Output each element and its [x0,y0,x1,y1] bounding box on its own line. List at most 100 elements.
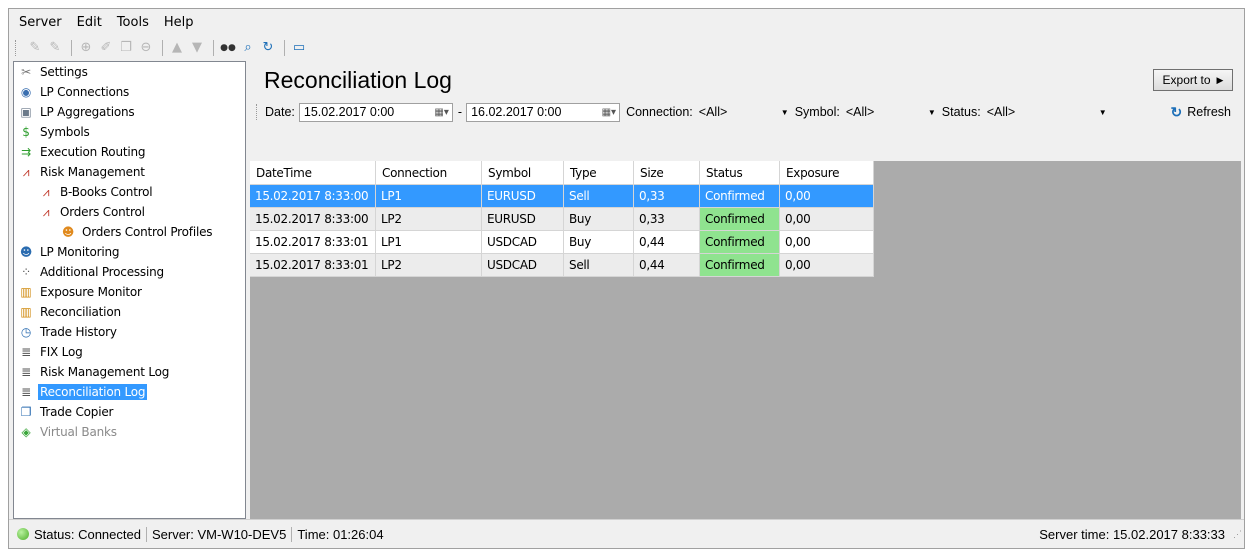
table-cell-connection[interactable]: LP2 [375,253,482,277]
sidebar-item-trade-copier[interactable]: ❐ Trade Copier [14,402,245,422]
sidebar-item-trade-history[interactable]: ◷ Trade History [14,322,245,342]
table-cell-exposure[interactable]: 0,00 [779,253,874,277]
menu-bar: Server Edit Tools Help [9,9,1244,35]
table-cell-type[interactable]: Sell [563,184,634,208]
sidebar-item-lp-monitoring[interactable]: ☻ LP Monitoring [14,242,245,262]
sidebar-item-orders-control[interactable]: ⩘ Orders Control [14,202,245,222]
sidebar-item-settings[interactable]: ✂ Settings [14,62,245,82]
search-icon[interactable]: ⌕ [239,39,257,57]
menu-help[interactable]: Help [164,15,194,30]
connect-icon[interactable]: ✎ [26,39,44,57]
calendar-icon[interactable]: ▦▾ [434,107,451,118]
table-row[interactable]: 15.02.2017 8:33:00 LP2 EURUSD Buy 0,33 Confir… [250,207,874,231]
refresh-icon[interactable]: ↻ [259,39,277,57]
filter-grip[interactable] [256,104,260,120]
table-cell-exposure[interactable]: 0,00 [779,184,874,208]
sidebar-item-lp-aggregations[interactable]: ▣ LP Aggregations [14,102,245,122]
table-row[interactable]: 15.02.2017 8:33:01 LP2 USDCAD Sell 0,44 Confi… [250,253,874,277]
sidebar-item-orders-control-profiles[interactable]: ☻ Orders Control Profiles [14,222,245,242]
table-cell-type[interactable]: Sell [563,253,634,277]
sidebar-item-label: FIX Log [40,345,83,359]
symbol-select[interactable]: <All> ▼ [846,103,936,122]
column-header-symbol[interactable]: Symbol [481,161,564,185]
column-header-datetime[interactable]: DateTime [250,161,376,185]
reconciliation-grid[interactable]: DateTime Connection Symbol Type Size Sta… [250,161,1241,519]
menu-tools[interactable]: Tools [117,15,149,30]
menu-edit[interactable]: Edit [77,15,102,30]
move-down-icon[interactable]: ▼ [188,39,206,57]
table-cell-size[interactable]: 0,33 [633,207,700,231]
resize-grip-icon[interactable]: ⋰ [1233,529,1242,540]
chart-icon: ⩘ [42,184,50,199]
move-up-icon[interactable]: ▲ [168,39,186,57]
sidebar-item-exposure-monitor[interactable]: ▥ Exposure Monitor [14,282,245,302]
table-cell-datetime[interactable]: 15.02.2017 8:33:00 [250,184,376,208]
table-cell-status[interactable]: Confirmed [699,207,780,231]
sidebar-item-symbols[interactable]: $ Symbols [14,122,245,142]
table-cell-symbol[interactable]: EURUSD [481,207,564,231]
disconnect-icon[interactable]: ✎ [46,39,64,57]
table-cell-status[interactable]: Confirmed [699,253,780,277]
table-cell-status[interactable]: Confirmed [699,230,780,254]
date-from-picker[interactable]: 15.02.2017 0:00 ▦▾ [298,102,453,122]
sidebar-item-fix-log[interactable]: ≣ FIX Log [14,342,245,362]
table-cell-datetime[interactable]: 15.02.2017 8:33:00 [250,207,376,231]
table-cell-datetime[interactable]: 15.02.2017 8:33:01 [250,230,376,254]
calendar-icon[interactable]: ▦▾ [602,107,619,118]
add-icon[interactable]: ⊕ [77,39,95,57]
sidebar-item-additional-processing[interactable]: ⁘ Additional Processing [14,262,245,282]
sidebar-item-reconciliation[interactable]: ▥ Reconciliation [14,302,245,322]
binoculars-icon[interactable]: ●● [219,39,237,57]
table-cell-connection[interactable]: LP2 [375,207,482,231]
date-to-picker[interactable]: 16.02.2017 0:00 ▦▾ [466,102,621,122]
table-cell-size[interactable]: 0,44 [633,230,700,254]
log-icon: ≣ [21,345,31,359]
refresh-button[interactable]: ↻ Refresh [1170,104,1237,121]
window-icon[interactable]: ▭ [290,39,308,57]
chevron-down-icon[interactable]: ▼ [1099,108,1107,117]
table-cell-symbol[interactable]: EURUSD [481,184,564,208]
menu-server[interactable]: Server [19,15,62,30]
table-cell-symbol[interactable]: USDCAD [481,230,564,254]
table-cell-size[interactable]: 0,44 [633,253,700,277]
column-header-type[interactable]: Type [563,161,634,185]
column-header-exposure[interactable]: Exposure [779,161,874,185]
settings-icon: ✂ [21,65,31,79]
table-cell-size[interactable]: 0,33 [633,184,700,208]
table-cell-status[interactable]: Confirmed [699,184,780,208]
export-button[interactable]: Export to ▶ [1153,69,1233,91]
sidebar-item-execution-routing[interactable]: ⇉ Execution Routing [14,142,245,162]
sidebar-item-b-books-control[interactable]: ⩘ B-Books Control [14,182,245,202]
column-header-status[interactable]: Status [699,161,780,185]
column-header-size[interactable]: Size [633,161,700,185]
edit-icon[interactable]: ✐ [97,39,115,57]
table-row[interactable]: 15.02.2017 8:33:01 LP1 USDCAD Buy 0,44 Confir… [250,230,874,254]
sidebar-item-risk-management[interactable]: ⩘ Risk Management [14,162,245,182]
sidebar-item-reconciliation-log[interactable]: ≣ Reconciliation Log [14,382,245,402]
table-cell-symbol[interactable]: USDCAD [481,253,564,277]
table-cell-type[interactable]: Buy [563,207,634,231]
table-cell-connection[interactable]: LP1 [375,184,482,208]
table-cell-connection[interactable]: LP1 [375,230,482,254]
copy-icon[interactable]: ❐ [117,39,135,57]
connection-value: <All> [698,105,728,119]
chevron-down-icon[interactable]: ▼ [928,108,936,117]
sidebar-item-virtual-banks[interactable]: ◈ Virtual Banks [14,422,245,442]
connection-select[interactable]: <All> ▼ [699,103,789,122]
status-select[interactable]: <All> ▼ [987,103,1107,122]
remove-icon[interactable]: ⊖ [137,39,155,57]
navigation-tree[interactable]: ✂ Settings ◉ LP Connections ▣ LP Aggregations… [13,61,246,519]
table-cell-exposure[interactable]: 0,00 [779,230,874,254]
toolbar-grip[interactable] [15,39,20,56]
table-cell-exposure[interactable]: 0,00 [779,207,874,231]
sidebar-item-lp-connections[interactable]: ◉ LP Connections [14,82,245,102]
date-label: Date: [265,105,295,119]
chevron-down-icon[interactable]: ▼ [781,108,789,117]
table-cell-datetime[interactable]: 15.02.2017 8:33:01 [250,253,376,277]
sidebar-item-label: Reconciliation Log [38,384,148,400]
toolbar-separator [162,39,163,56]
column-header-connection[interactable]: Connection [375,161,482,185]
table-row[interactable]: 15.02.2017 8:33:00 LP1 EURUSD Sell 0,33 Confi… [250,184,874,208]
table-cell-type[interactable]: Buy [563,230,634,254]
sidebar-item-risk-management-log[interactable]: ≣ Risk Management Log [14,362,245,382]
